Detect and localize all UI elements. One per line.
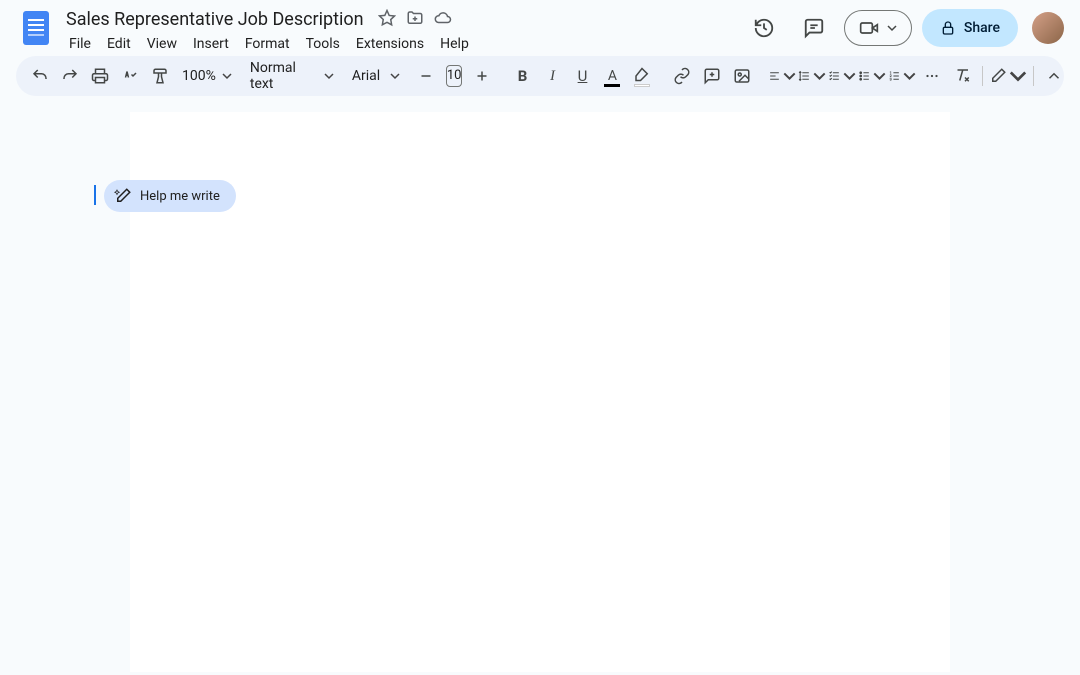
line-spacing-button[interactable]	[798, 62, 826, 90]
align-button[interactable]	[768, 62, 796, 90]
help-me-write-chip[interactable]: Help me write	[104, 180, 236, 212]
clear-format-button[interactable]	[948, 62, 976, 90]
share-button[interactable]: Share	[922, 9, 1018, 47]
checklist-button[interactable]	[828, 62, 856, 90]
menu-extensions[interactable]: Extensions	[349, 33, 431, 55]
font-size-input[interactable]: 10	[446, 65, 463, 87]
star-icon[interactable]	[378, 9, 396, 31]
collapse-toolbar-button[interactable]	[1040, 62, 1068, 90]
numbered-list-button[interactable]: 123	[888, 62, 916, 90]
toolbar: 100% Normal text Arial 10 B I U A 123	[16, 56, 1064, 96]
zoom-value: 100%	[176, 68, 222, 84]
undo-button[interactable]	[26, 62, 54, 90]
menu-tools[interactable]: Tools	[299, 33, 347, 55]
bold-button[interactable]: B	[508, 62, 536, 90]
title-area: Sales Representative Job Description Fil…	[62, 8, 476, 55]
bullet-list-button[interactable]	[858, 62, 886, 90]
share-label: Share	[964, 20, 1000, 36]
lock-icon	[940, 20, 956, 36]
header-bar: Sales Representative Job Description Fil…	[0, 0, 1080, 56]
menu-bar: File Edit View Insert Format Tools Exten…	[62, 33, 476, 55]
more-button[interactable]	[918, 62, 946, 90]
font-dropdown[interactable]: Arial	[346, 68, 400, 84]
styles-dropdown[interactable]: Normal text	[244, 60, 334, 92]
text-cursor	[94, 185, 96, 205]
highlight-button[interactable]	[628, 62, 656, 90]
font-value: Arial	[346, 68, 390, 84]
spellcheck-button[interactable]	[116, 62, 144, 90]
paint-format-button[interactable]	[146, 62, 174, 90]
menu-edit[interactable]: Edit	[100, 33, 138, 55]
editing-mode-button[interactable]	[989, 62, 1027, 90]
document-title[interactable]: Sales Representative Job Description	[62, 8, 368, 31]
image-button[interactable]	[728, 62, 756, 90]
document-page[interactable]	[130, 112, 950, 672]
print-button[interactable]	[86, 62, 114, 90]
link-button[interactable]	[668, 62, 696, 90]
docs-logo-button[interactable]	[16, 8, 56, 48]
history-button[interactable]	[744, 8, 784, 48]
chevron-down-icon	[887, 23, 897, 33]
docs-logo-icon	[23, 11, 49, 45]
svg-text:3: 3	[890, 76, 892, 81]
zoom-dropdown[interactable]: 100%	[176, 68, 232, 84]
menu-file[interactable]: File	[62, 33, 98, 55]
decrease-font-button[interactable]	[412, 62, 440, 90]
redo-button[interactable]	[56, 62, 84, 90]
menu-view[interactable]: View	[140, 33, 184, 55]
increase-font-button[interactable]	[468, 62, 496, 90]
menu-format[interactable]: Format	[238, 33, 297, 55]
add-comment-button[interactable]	[698, 62, 726, 90]
pencil-sparkle-icon	[114, 187, 132, 205]
meet-button[interactable]	[844, 10, 912, 46]
underline-button[interactable]: U	[568, 62, 596, 90]
help-me-write-label: Help me write	[140, 189, 220, 204]
text-color-button[interactable]: A	[598, 62, 626, 90]
avatar[interactable]	[1032, 12, 1064, 44]
style-value: Normal text	[244, 60, 324, 92]
move-icon[interactable]	[406, 9, 424, 31]
comment-button[interactable]	[794, 8, 834, 48]
menu-insert[interactable]: Insert	[186, 33, 236, 55]
italic-button[interactable]: I	[538, 62, 566, 90]
menu-help[interactable]: Help	[433, 33, 476, 55]
cloud-status-icon[interactable]	[434, 9, 452, 31]
